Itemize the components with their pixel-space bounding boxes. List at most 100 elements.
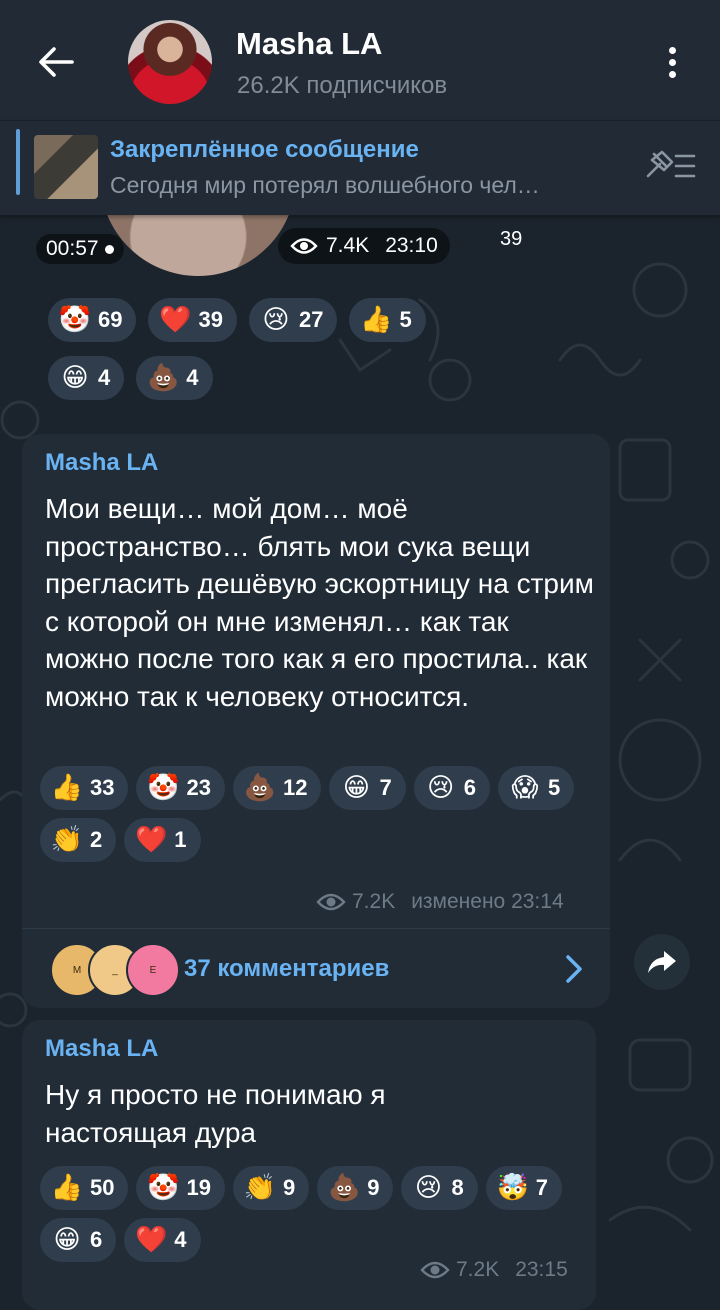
reaction-count: 5 xyxy=(399,307,412,332)
menu-dot-icon xyxy=(668,70,676,78)
screaming-face-emoji: 😱 xyxy=(511,773,539,803)
pinned-list-button[interactable] xyxy=(640,146,698,186)
reaction-count: 39 xyxy=(198,307,223,332)
reaction-count: 9 xyxy=(282,1175,296,1200)
reaction-count: 27 xyxy=(298,307,324,332)
message-views: 7.2K xyxy=(456,1258,500,1281)
pinned-message-bar[interactable] xyxy=(0,120,720,215)
eye-icon xyxy=(290,238,318,254)
video-time: 23:10 xyxy=(385,234,438,257)
reaction-chip[interactable]: 😁 4 xyxy=(48,356,125,400)
reaction-count: 12 xyxy=(282,775,308,800)
reaction-chip[interactable]: 🤡 19 xyxy=(136,1166,225,1210)
forward-arrow-icon xyxy=(648,951,676,973)
reaction-chip[interactable]: 💩 9 xyxy=(317,1166,394,1210)
reaction-count: 1 xyxy=(174,827,187,852)
reaction-count: 4 xyxy=(98,365,111,390)
video-views: 7.4K xyxy=(326,234,370,257)
message-text: Ну я просто не понимаю я настоящая дура xyxy=(45,1079,386,1148)
reaction-count: 2 xyxy=(90,827,103,852)
comments-count-label: 37 комментариев xyxy=(184,955,390,982)
reaction-chip[interactable]: ❤️ 39 xyxy=(148,298,237,342)
reaction-chip[interactable]: 👍 50 xyxy=(40,1166,129,1210)
subscriber-count: 26.2K подписчиков xyxy=(237,72,448,99)
reaction-count: 23 xyxy=(186,775,211,800)
poop-emoji: 💩 xyxy=(243,773,277,803)
commenter-avatars: M _ E xyxy=(50,943,180,997)
grinning-face-emoji: 😁 xyxy=(61,363,89,393)
reaction-count: 7 xyxy=(535,1175,548,1200)
reaction-chip[interactable]: 😁 7 xyxy=(329,766,406,810)
channel-avatar[interactable] xyxy=(128,20,212,104)
message-time: 23:15 xyxy=(515,1258,568,1281)
reaction-count: 4 xyxy=(174,1227,187,1252)
top-message-reactions: 🤡 69 ❤️ 39 😢 27 👍 5 😁 4 💩 4 xyxy=(48,298,488,400)
reaction-count: 7 xyxy=(379,775,392,800)
heart-emoji: ❤️ xyxy=(159,305,192,335)
clown-emoji: 🤡 xyxy=(147,1173,180,1203)
back-arrow-icon xyxy=(39,47,74,77)
reaction-chip[interactable]: 😱 5 xyxy=(497,766,575,810)
poop-emoji: 💩 xyxy=(147,363,180,393)
reaction-count: 4 xyxy=(186,365,199,390)
back-button[interactable] xyxy=(30,40,82,84)
reaction-chip[interactable]: 👍 5 xyxy=(349,298,426,342)
pinned-title: Закреплённое сообщение xyxy=(110,136,419,163)
pin-list-icon xyxy=(646,150,696,178)
clapping-hands-emoji: 👏 xyxy=(243,1173,277,1203)
comments-button[interactable]: M _ E 37 комментариев xyxy=(22,928,610,1009)
reaction-chip[interactable]: ❤️ 4 xyxy=(124,1218,201,1262)
reaction-chip[interactable]: 👏 9 xyxy=(232,1166,310,1210)
thumbs-up-emoji: 👍 xyxy=(50,773,84,803)
message-text: Мои вещи… мой дом… моё пространство… бля… xyxy=(45,493,594,712)
crying-face-emoji: 😢 xyxy=(414,1173,443,1203)
message-author[interactable]: Masha LA xyxy=(45,1035,158,1063)
thumbs-up-emoji: 👍 xyxy=(50,1173,84,1203)
reaction-count: 69 xyxy=(98,307,123,332)
channel-title[interactable]: Masha LA xyxy=(236,26,382,62)
poop-emoji: 💩 xyxy=(328,1173,361,1203)
reaction-chip[interactable]: 🤡 23 xyxy=(136,766,225,810)
reaction-count: 9 xyxy=(367,1175,380,1200)
pinned-thumbnail xyxy=(34,135,98,199)
eye-icon xyxy=(420,1261,450,1279)
grinning-face-emoji: 😁 xyxy=(53,1225,81,1255)
grinning-face-emoji: 😁 xyxy=(342,773,370,803)
more-options-button[interactable] xyxy=(650,40,694,84)
video-duration: 00:57 xyxy=(46,237,99,260)
reaction-count: 33 xyxy=(90,775,115,800)
reaction-chip[interactable]: 😢 8 xyxy=(401,1166,478,1210)
message-reactions: 👍 33 🤡 23 💩 12 😁 7 😢 6 😱 5 👏 2 ❤️ 1 xyxy=(40,766,600,862)
crying-face-emoji: 😢 xyxy=(427,773,455,803)
unplayed-dot-icon xyxy=(104,244,114,254)
reaction-count: 5 xyxy=(547,775,561,800)
reaction-chip[interactable]: 💩 12 xyxy=(232,766,322,810)
reaction-chip[interactable]: 😁 6 xyxy=(40,1218,117,1262)
forward-button[interactable] xyxy=(634,934,690,990)
video-duration-badge: 00:57 xyxy=(36,234,124,264)
reaction-chip[interactable]: 😢 27 xyxy=(248,298,338,342)
reaction-count: 6 xyxy=(90,1227,103,1252)
reaction-chip[interactable]: 👏 2 xyxy=(40,818,117,862)
video-meta-badge: 7.4K 23:10 xyxy=(278,228,450,264)
exploding-head-emoji: 🤯 xyxy=(496,1173,529,1203)
chevron-right-icon xyxy=(566,955,582,983)
reaction-count: 8 xyxy=(451,1175,464,1200)
menu-dot-icon xyxy=(668,58,676,66)
reaction-chip[interactable]: 🤡 69 xyxy=(48,298,137,342)
reaction-chip[interactable]: 😢 6 xyxy=(413,766,490,810)
reaction-chip[interactable]: ❤️ 1 xyxy=(124,818,201,862)
thumbs-up-emoji: 👍 xyxy=(360,305,393,335)
heart-emoji: ❤️ xyxy=(135,825,168,855)
crying-face-emoji: 😢 xyxy=(262,305,290,335)
reaction-chip[interactable]: 💩 4 xyxy=(136,356,213,400)
reaction-chip[interactable]: 🤯 7 xyxy=(485,1166,562,1210)
message-edited-time: изменено 23:14 xyxy=(411,890,564,913)
avatar: E xyxy=(126,943,180,997)
message-reactions: 👍 50 🤡 19 👏 9 💩 9 😢 8 🤯 7 😁 6 ❤️ 4 xyxy=(40,1166,600,1262)
side-counter: 39 xyxy=(500,228,523,250)
message-meta: 7.2K изменено 23:14 xyxy=(316,890,564,914)
reaction-chip[interactable]: 👍 33 xyxy=(40,766,129,810)
eye-icon xyxy=(316,893,346,911)
message-author[interactable]: Masha LA xyxy=(45,449,158,477)
